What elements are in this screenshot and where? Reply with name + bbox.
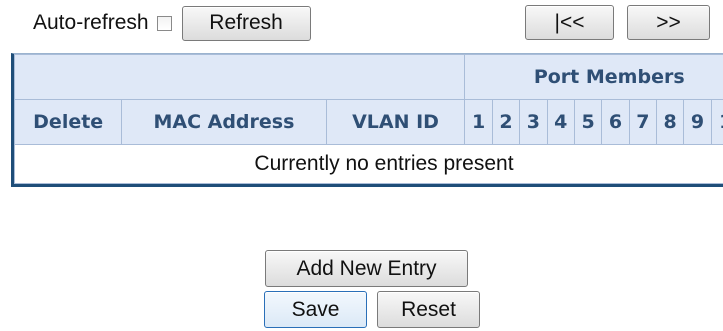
vlan-id-column-header: VLAN ID [325, 99, 466, 145]
port-4-header: 4 [546, 99, 575, 145]
auto-refresh-checkbox[interactable] [156, 15, 172, 31]
reset-button[interactable]: Reset [377, 291, 480, 328]
port-8-header: 8 [655, 99, 685, 145]
static-mac-table: Port Members Delete MAC Address VLAN ID … [11, 53, 723, 187]
port-3-header: 3 [519, 99, 548, 145]
mac-table-page: Auto-refresh Refresh |<< >> Port Members… [0, 0, 723, 331]
port-2-header: 2 [491, 99, 521, 145]
save-button[interactable]: Save [264, 291, 367, 328]
empty-table-message: Currently no entries present [14, 144, 723, 184]
auto-refresh-label: Auto-refresh [33, 11, 149, 34]
delete-column-header: Delete [14, 99, 123, 145]
next-page-button[interactable]: >> [627, 5, 710, 40]
header-spacer [14, 54, 466, 100]
port-1-header: 1 [464, 99, 493, 145]
first-page-button[interactable]: |<< [525, 5, 614, 40]
add-new-entry-button[interactable]: Add New Entry [265, 250, 468, 287]
port-10-header: 10 [710, 99, 723, 145]
port-7-header: 7 [628, 99, 657, 145]
port-9-header: 9 [683, 99, 712, 145]
port-members-header: Port Members [464, 54, 723, 100]
refresh-button[interactable]: Refresh [181, 5, 311, 41]
port-6-header: 6 [601, 99, 630, 145]
empty-message-text: Currently no entries present [254, 152, 514, 175]
mac-address-column-header: MAC Address [121, 99, 327, 145]
port-5-header: 5 [573, 99, 603, 145]
toolbar: Auto-refresh Refresh [33, 5, 311, 41]
